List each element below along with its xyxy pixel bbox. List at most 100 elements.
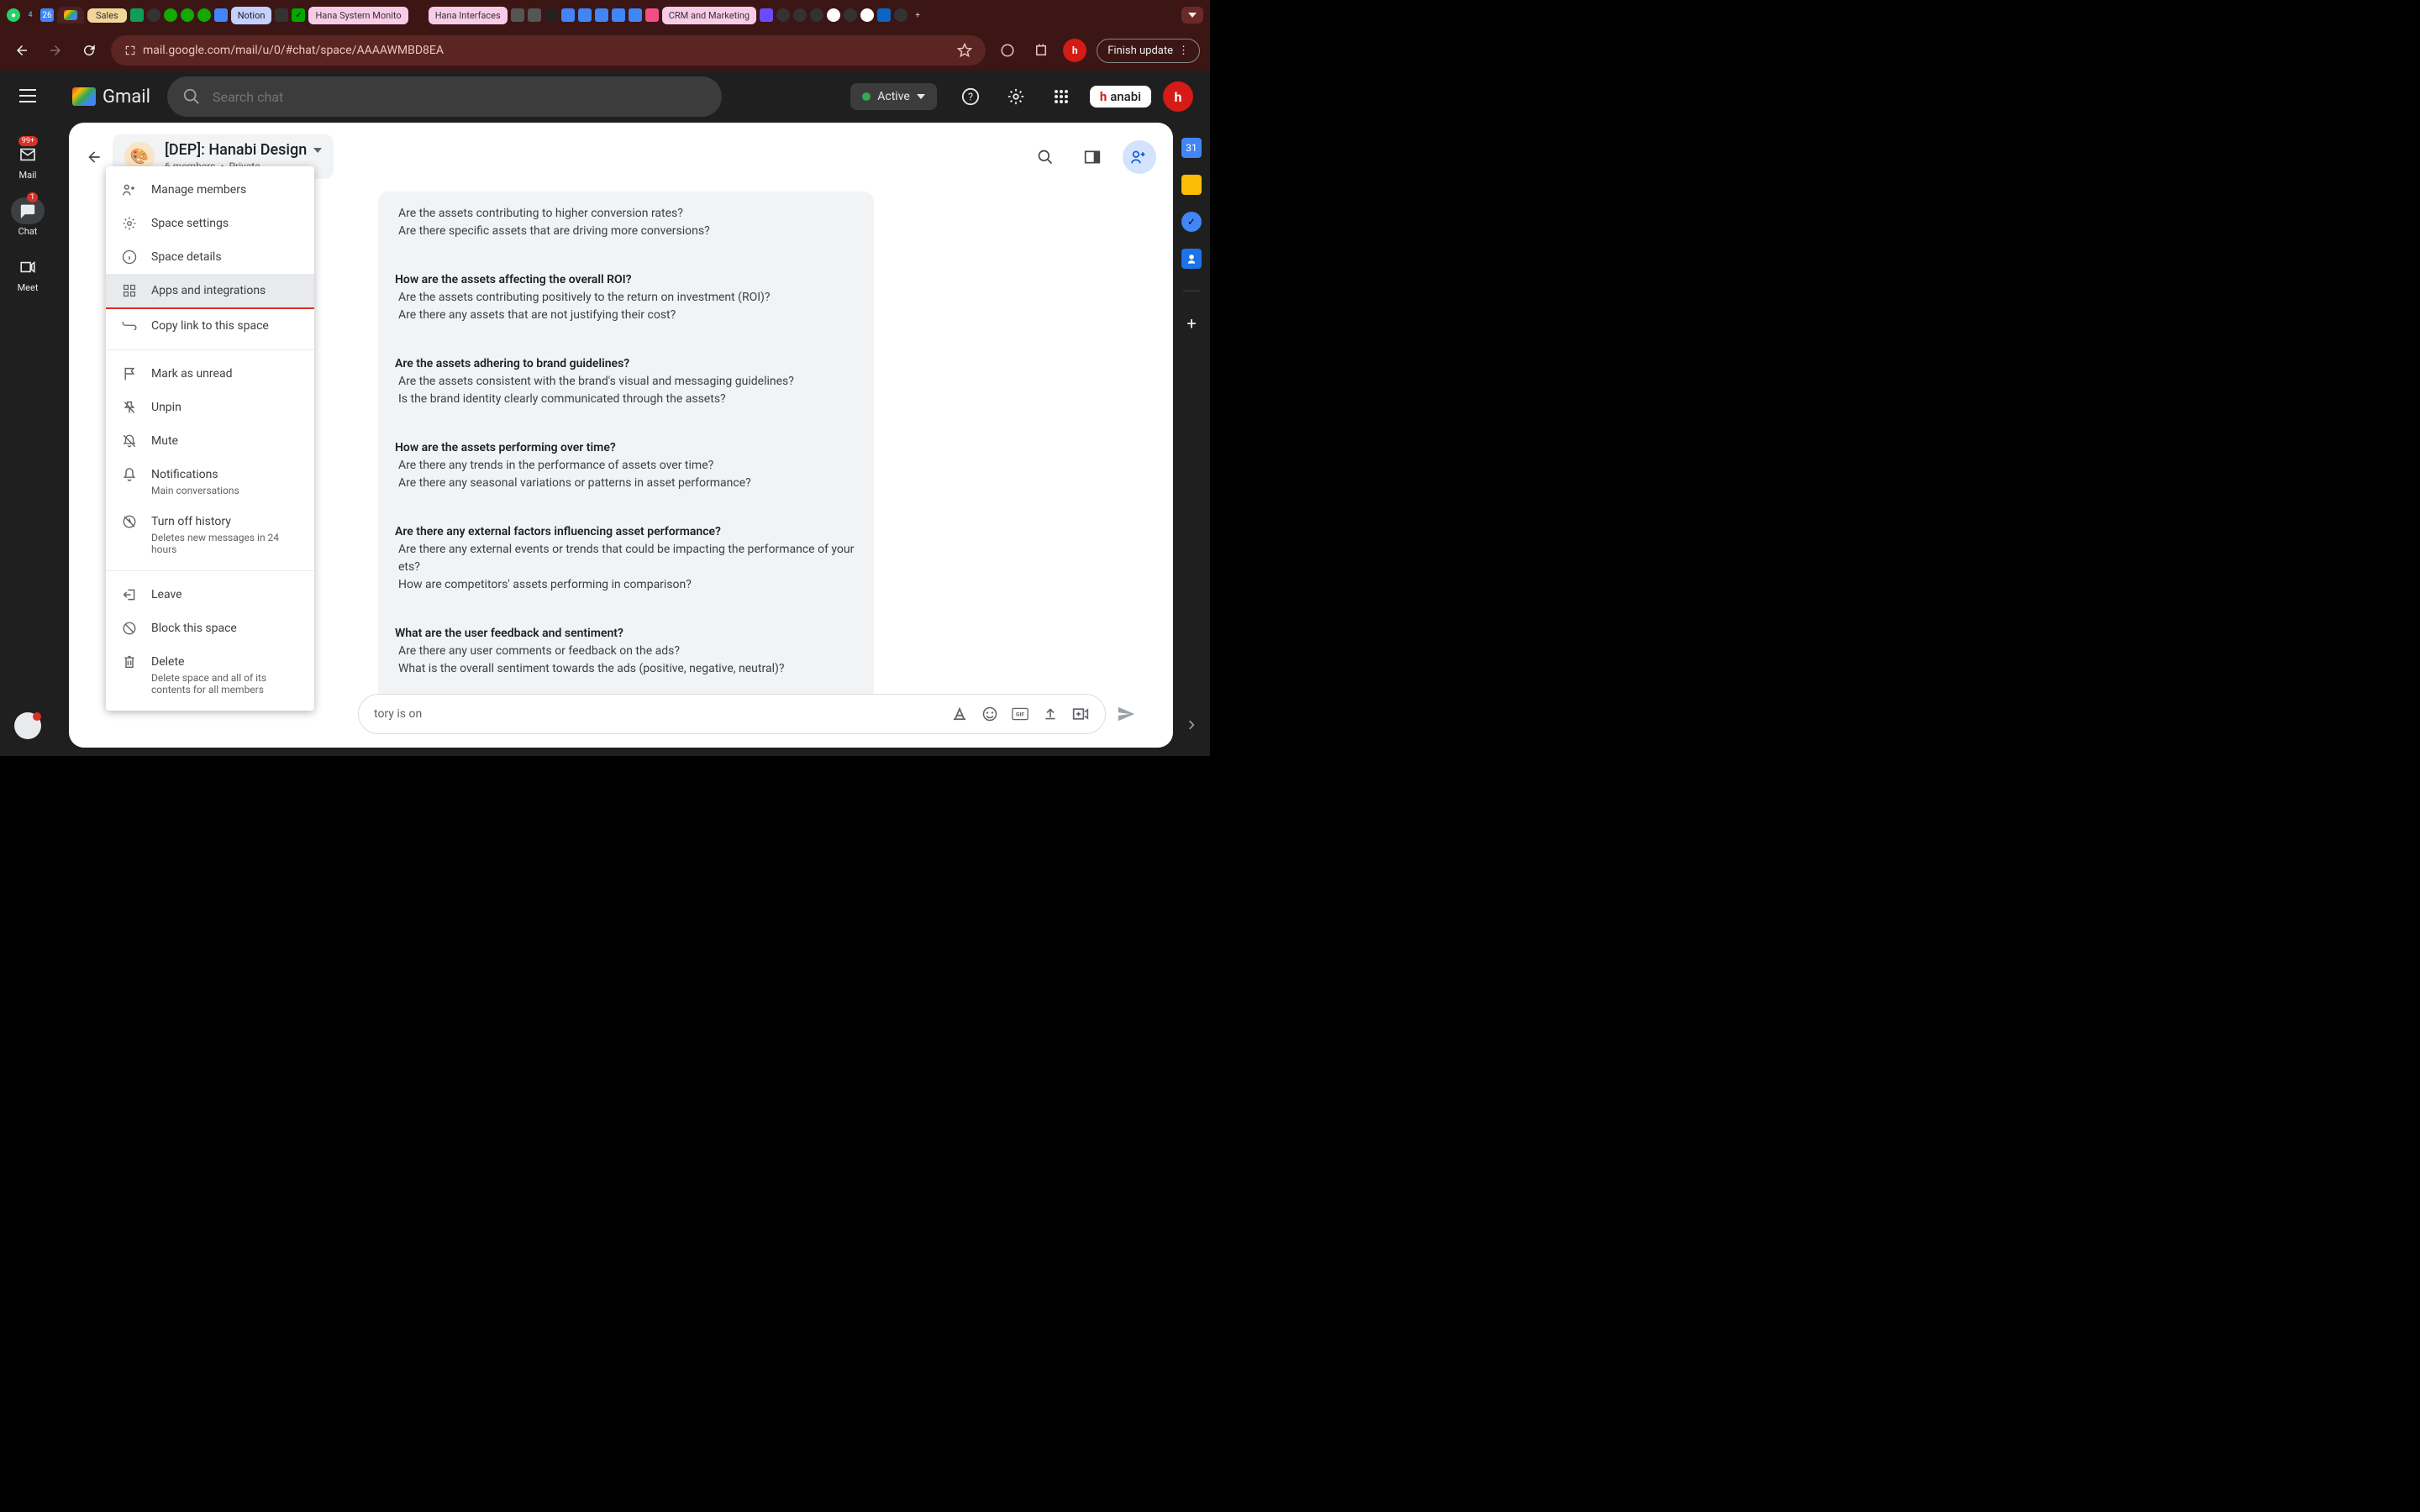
menu-unpin[interactable]: Unpin bbox=[106, 391, 314, 424]
tab-google-1[interactable] bbox=[827, 8, 840, 22]
tab-icon-1[interactable] bbox=[147, 8, 160, 22]
tab-sheets[interactable] bbox=[130, 8, 144, 22]
sidebar-tasks-icon[interactable]: ✓ bbox=[1181, 212, 1202, 232]
tab-label: Sales bbox=[96, 10, 118, 21]
tab-i12[interactable] bbox=[629, 8, 642, 22]
rail-chat[interactable]: 1 Chat bbox=[11, 194, 45, 240]
chat-icon bbox=[11, 197, 45, 224]
message-question: What are the user feedback and sentiment… bbox=[395, 625, 857, 643]
rail-user-avatar[interactable] bbox=[14, 712, 41, 739]
sidebar-add-icon[interactable]: + bbox=[1181, 313, 1202, 333]
tab-whatsapp[interactable]: ● bbox=[7, 8, 20, 22]
tab-i18[interactable] bbox=[894, 8, 908, 22]
help-icon[interactable]: ? bbox=[954, 80, 987, 113]
search-container[interactable] bbox=[167, 76, 722, 117]
gif-icon[interactable]: GIF bbox=[1011, 705, 1029, 723]
menu-label: Delete bbox=[151, 654, 299, 670]
tab-i16[interactable] bbox=[810, 8, 823, 22]
rail-meet[interactable]: Meet bbox=[11, 250, 45, 297]
tab-calendar[interactable]: 26 bbox=[40, 8, 54, 22]
tab-upwork-1[interactable] bbox=[164, 8, 177, 22]
nav-back-button[interactable] bbox=[10, 39, 34, 62]
tab-upwork-3[interactable] bbox=[197, 8, 211, 22]
menu-label: Mark as unread bbox=[151, 365, 232, 382]
new-tab-button[interactable]: + bbox=[911, 8, 924, 22]
emoji-icon[interactable] bbox=[981, 705, 999, 723]
rail-mail[interactable]: 99+ Mail bbox=[11, 138, 45, 184]
send-button[interactable] bbox=[1116, 705, 1136, 723]
tab-notion[interactable]: Notion bbox=[231, 7, 272, 24]
message-question: Are the assets adhering to brand guideli… bbox=[395, 355, 857, 373]
tab-sales[interactable]: Sales bbox=[87, 8, 127, 23]
tab-i7[interactable] bbox=[544, 8, 558, 22]
url-bar[interactable]: mail.google.com/mail/u/0/#chat/space/AAA… bbox=[111, 35, 986, 66]
menu-space-details[interactable]: Space details bbox=[106, 240, 314, 274]
nav-reload-button[interactable] bbox=[77, 39, 101, 62]
tab-crm[interactable]: CRM and Marketing bbox=[662, 7, 756, 24]
extension-icon-1[interactable] bbox=[996, 39, 1019, 62]
menu-space-settings[interactable]: Space settings bbox=[106, 207, 314, 240]
finish-update-button[interactable]: Finish update ⋮ bbox=[1097, 39, 1200, 63]
menu-apps-integrations[interactable]: Apps and integrations bbox=[106, 274, 314, 309]
tab-i6[interactable] bbox=[528, 8, 541, 22]
tab-hana-monitor[interactable]: Hana System Monito bbox=[308, 7, 408, 24]
sidebar-contacts-icon[interactable] bbox=[1181, 249, 1202, 269]
tab-i14[interactable] bbox=[776, 8, 790, 22]
panel-toggle-button[interactable] bbox=[1076, 140, 1109, 174]
format-icon[interactable] bbox=[950, 705, 969, 723]
account-avatar[interactable]: h bbox=[1163, 81, 1193, 112]
menu-delete[interactable]: Delete Delete space and all of its conte… bbox=[106, 645, 314, 704]
menu-leave[interactable]: Leave bbox=[106, 578, 314, 612]
sidebar-calendar-icon[interactable]: 31 bbox=[1181, 138, 1202, 158]
tab-i11[interactable] bbox=[612, 8, 625, 22]
tab-i9[interactable] bbox=[578, 8, 592, 22]
gmail-logo[interactable]: Gmail bbox=[72, 87, 150, 108]
menu-manage-members[interactable]: Manage members bbox=[106, 173, 314, 207]
sidebar-keep-icon[interactable] bbox=[1181, 175, 1202, 195]
search-input[interactable] bbox=[213, 89, 707, 105]
menu-mark-unread[interactable]: Mark as unread bbox=[106, 357, 314, 391]
menu-label: Apps and integrations bbox=[151, 282, 266, 299]
message-line: Are the assets consistent with the brand… bbox=[398, 373, 857, 391]
tabs-dropdown[interactable] bbox=[1181, 7, 1203, 24]
menu-turn-off-history[interactable]: Turn off history Deletes new messages in… bbox=[106, 505, 314, 564]
tab-linkedin[interactable] bbox=[877, 8, 891, 22]
video-add-icon[interactable] bbox=[1071, 705, 1090, 723]
members-panel-button[interactable] bbox=[1123, 140, 1156, 174]
tab-google-2[interactable] bbox=[860, 8, 874, 22]
tab-i15[interactable] bbox=[793, 8, 807, 22]
profile-avatar[interactable]: h bbox=[1063, 39, 1086, 62]
settings-gear-icon[interactable] bbox=[999, 80, 1033, 113]
search-in-space-button[interactable] bbox=[1028, 140, 1062, 174]
menu-copy-link[interactable]: Copy link to this space bbox=[106, 309, 314, 343]
more-icon: ⋮ bbox=[1178, 45, 1189, 57]
menu-label: Copy link to this space bbox=[151, 318, 269, 334]
tab-doc-1[interactable] bbox=[214, 8, 228, 22]
tab-icon-2[interactable] bbox=[275, 8, 288, 22]
status-chip[interactable]: Active bbox=[850, 83, 937, 110]
tab-icon-4[interactable] bbox=[412, 8, 425, 22]
nav-forward-button[interactable] bbox=[44, 39, 67, 62]
tab-i10[interactable] bbox=[595, 8, 608, 22]
upload-icon[interactable] bbox=[1041, 705, 1060, 723]
tab-figma[interactable] bbox=[645, 8, 659, 22]
apps-grid-icon[interactable] bbox=[1044, 80, 1078, 113]
extensions-icon[interactable] bbox=[1029, 39, 1053, 62]
menu-block[interactable]: Block this space bbox=[106, 612, 314, 645]
bookmark-star-icon[interactable] bbox=[957, 43, 972, 58]
compose-field[interactable]: tory is on GIF bbox=[358, 694, 1106, 734]
sidebar-collapse-button[interactable] bbox=[1188, 719, 1195, 731]
menu-mute[interactable]: Mute bbox=[106, 424, 314, 458]
tab-hana-interfaces[interactable]: Hana Interfaces bbox=[429, 7, 508, 24]
tab-i8[interactable] bbox=[561, 8, 575, 22]
tab-i5[interactable] bbox=[511, 8, 524, 22]
tab-icon-3[interactable]: ✓ bbox=[292, 8, 305, 22]
back-arrow-button[interactable] bbox=[86, 149, 103, 165]
menu-notifications[interactable]: Notifications Main conversations bbox=[106, 458, 314, 505]
hanabi-logo[interactable]: h anabi bbox=[1090, 86, 1151, 108]
tab-gmail-active[interactable] bbox=[57, 7, 84, 24]
tab-i17[interactable] bbox=[844, 8, 857, 22]
tab-upwork-2[interactable] bbox=[181, 8, 194, 22]
tab-i13[interactable] bbox=[760, 8, 773, 22]
hamburger-menu-button[interactable] bbox=[11, 79, 45, 113]
